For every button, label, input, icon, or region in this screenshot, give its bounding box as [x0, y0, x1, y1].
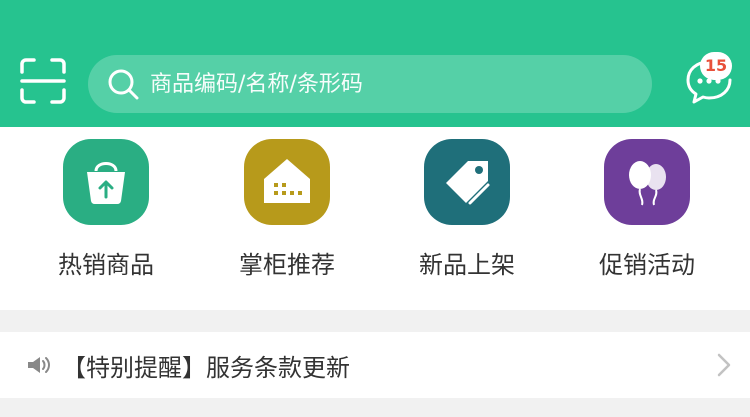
chevron-right-icon[interactable] — [716, 352, 732, 378]
search-icon — [108, 69, 139, 100]
search-bar[interactable] — [88, 55, 652, 113]
quick-link-label: 热销商品 — [58, 251, 154, 279]
quick-link-new[interactable]: 新品上架 — [392, 139, 542, 289]
bottom-divider — [0, 398, 750, 417]
shopping-bag-icon — [63, 139, 149, 225]
quick-link-label: 新品上架 — [419, 251, 515, 279]
scan-icon[interactable] — [20, 58, 66, 104]
balloon-icon — [604, 139, 690, 225]
quick-link-promo[interactable]: 促销活动 — [572, 139, 722, 289]
megaphone-icon — [28, 357, 50, 373]
quick-link-hot[interactable]: 热销商品 — [31, 139, 181, 289]
notice-bar[interactable]: 【特别提醒】服务条款更新 — [0, 332, 750, 398]
quick-links: 热销商品 掌柜推荐 新品上架 促销活动 — [0, 127, 750, 307]
quick-link-recommend[interactable]: 掌柜推荐 — [212, 139, 362, 289]
quick-link-label: 促销活动 — [599, 251, 695, 279]
tag-icon — [424, 139, 510, 225]
section-divider — [0, 310, 750, 332]
message-badge: 15 — [700, 52, 732, 80]
quick-link-label: 掌柜推荐 — [239, 251, 335, 279]
search-input[interactable] — [150, 55, 630, 113]
notice-text[interactable]: 【特别提醒】服务条款更新 — [62, 348, 350, 383]
top-header: 15 — [0, 0, 750, 127]
store-icon — [244, 139, 330, 225]
